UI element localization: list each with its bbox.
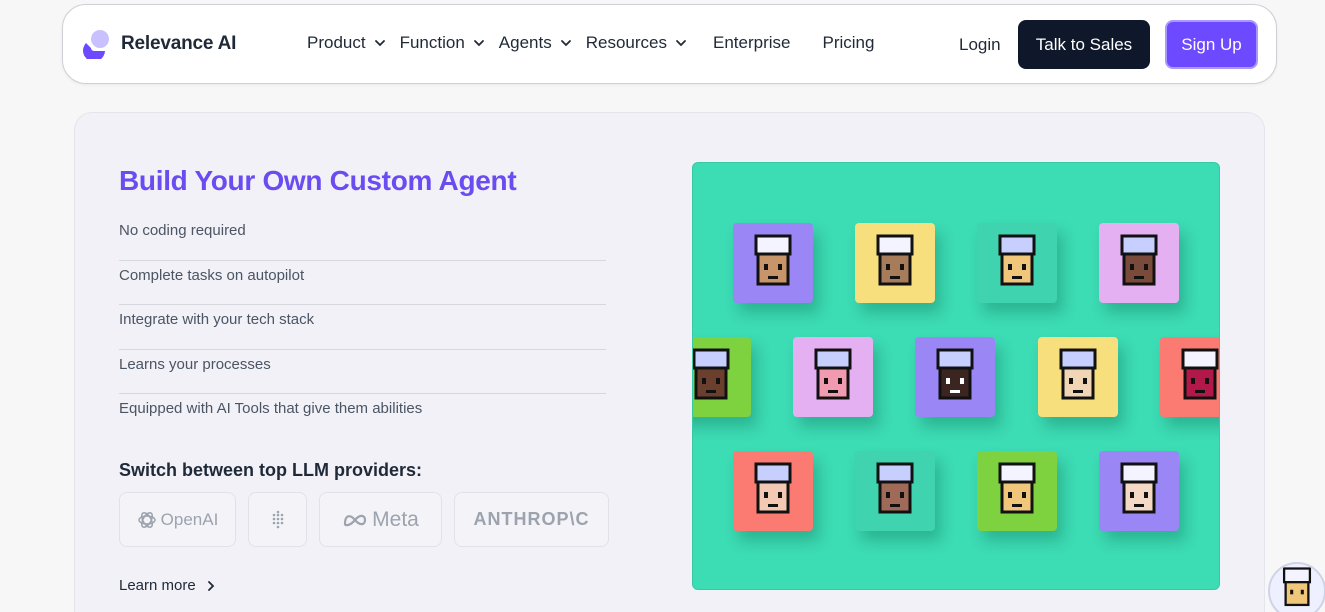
menu-label: Agents	[498, 33, 552, 52]
menu-item-pricing[interactable]: Pricing	[822, 33, 874, 53]
talk-to-sales-button[interactable]: Talk to Sales	[1018, 20, 1150, 69]
provider-dot-grid[interactable]	[248, 492, 307, 547]
learn-more-label: Learn more	[119, 577, 196, 594]
chat-assistant-avatar[interactable]	[1268, 562, 1325, 612]
feature-item: Learns your processes	[119, 350, 606, 394]
section-title: Build Your Own Custom Agent	[119, 165, 517, 196]
meta-infinity-icon	[344, 514, 367, 526]
pixel-avatar-icon	[876, 462, 914, 514]
chevron-down-icon	[676, 40, 686, 47]
provider-openai[interactable]: OpenAI	[119, 492, 236, 547]
agent-avatar-tile	[1099, 223, 1179, 303]
pixel-avatar-icon	[1181, 348, 1219, 400]
menu-item-agents[interactable]: Agents	[499, 33, 572, 53]
providers-heading: Switch between top LLM providers:	[119, 460, 423, 480]
menu-item-enterprise[interactable]: Enterprise	[713, 33, 790, 53]
provider-anthropic[interactable]: ANTHROP\C	[454, 492, 609, 547]
pixel-avatar-icon	[1282, 567, 1312, 607]
chevron-down-icon	[374, 40, 385, 47]
agent-avatar-tile	[977, 451, 1057, 531]
agent-avatar-tile	[855, 223, 935, 303]
pixel-avatar-icon	[693, 348, 730, 400]
provider-label: Meta	[372, 507, 419, 531]
menu-label: Product	[307, 33, 366, 52]
feature-item: Equipped with AI Tools that give them ab…	[119, 400, 423, 417]
agent-avatar-tile	[1099, 451, 1179, 531]
menu-item-product[interactable]: Product	[307, 33, 386, 53]
menu-label: Function	[399, 33, 465, 52]
feature-list: No coding required Complete tasks on aut…	[119, 216, 606, 439]
learn-more-link[interactable]: Learn more	[119, 577, 216, 594]
agent-avatar-tile	[693, 337, 751, 417]
pixel-avatar-icon	[1059, 348, 1097, 400]
menu-label: Resources	[585, 33, 667, 52]
pixel-avatar-icon	[876, 234, 914, 286]
agent-avatar-tile	[733, 451, 813, 531]
relevance-logo-icon	[83, 29, 111, 62]
menu-item-resources[interactable]: Resources	[586, 33, 687, 53]
provider-label: ANTHROP\C	[473, 509, 590, 529]
feature-item: Integrate with your tech stack	[119, 305, 606, 350]
provider-label: OpenAI	[160, 509, 219, 529]
agent-avatar-tile	[733, 223, 813, 303]
pixel-avatar-icon	[936, 348, 974, 400]
pixel-avatar-icon	[814, 348, 852, 400]
openai-logo-icon	[137, 511, 156, 528]
pixel-avatar-icon	[1120, 234, 1158, 286]
agent-avatar-tile	[793, 337, 873, 417]
top-navbar: Relevance AI Product Function Agents Res…	[62, 4, 1277, 84]
pixel-avatar-icon	[998, 462, 1036, 514]
agent-avatars-illustration	[692, 162, 1220, 590]
pixel-avatar-icon	[754, 234, 792, 286]
pixel-avatar-icon	[1120, 462, 1158, 514]
agent-avatar-tile	[1160, 337, 1219, 417]
chevron-down-icon	[473, 40, 484, 47]
agent-avatar-tile	[915, 337, 995, 417]
provider-list: OpenAI Meta ANTHROP\C	[119, 492, 609, 547]
pixel-avatar-icon	[754, 462, 792, 514]
brand-name: Relevance AI	[121, 33, 237, 54]
menu-item-function[interactable]: Function	[400, 33, 485, 53]
agent-avatar-tile	[855, 451, 935, 531]
chevron-right-icon	[207, 580, 214, 591]
provider-meta[interactable]: Meta	[319, 492, 442, 547]
login-link[interactable]: Login	[959, 35, 1001, 55]
chevron-down-icon	[560, 40, 571, 47]
main-menu: Product Function Agents Resources Enterp…	[307, 33, 874, 53]
brand-logo[interactable]: Relevance AI	[83, 29, 237, 62]
agent-avatar-tile	[977, 223, 1057, 303]
feature-item: Complete tasks on autopilot	[119, 261, 606, 305]
sign-up-button[interactable]: Sign Up	[1165, 20, 1258, 69]
feature-item: No coding required	[119, 216, 606, 261]
agent-avatar-tile	[1038, 337, 1118, 417]
dot-grid-logo-icon	[272, 510, 283, 528]
pixel-avatar-icon	[998, 234, 1036, 286]
